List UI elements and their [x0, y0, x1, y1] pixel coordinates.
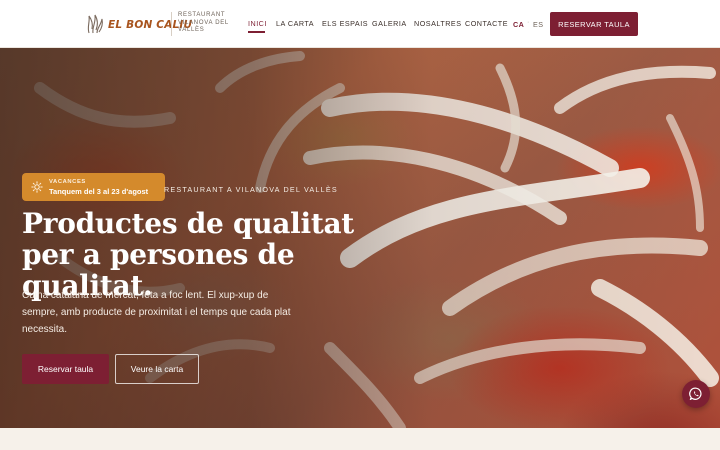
- next-section: [0, 428, 720, 450]
- reserve-table-button[interactable]: Reservar taula: [22, 354, 109, 384]
- hero-kicker: RESTAURANT A VILANOVA DEL VALLÈS: [164, 185, 338, 194]
- whatsapp-button[interactable]: [682, 380, 710, 408]
- header-reserve-button[interactable]: RESERVAR TAULA: [550, 12, 638, 36]
- logo-divider: [171, 12, 172, 36]
- brand-tagline: RESTAURANT VILANOVA DEL VALLÈS: [178, 12, 229, 34]
- logo[interactable]: EL BON CALIU: [85, 12, 192, 36]
- nav-item-nosaltres[interactable]: NOSALTRES: [414, 19, 462, 28]
- nav-item-galeria[interactable]: GALERIA: [372, 19, 407, 28]
- nav-item-la-carta[interactable]: LA CARTA: [276, 19, 314, 28]
- hero-lead-text: Cuina catalana de mercat, feta a foc len…: [22, 290, 291, 335]
- lang-separator: ·: [527, 19, 530, 26]
- view-menu-button[interactable]: Veure la carta: [115, 354, 199, 384]
- whatsapp-icon: [689, 387, 702, 400]
- active-nav-indicator: [248, 31, 265, 33]
- flame-logo-icon: [87, 14, 103, 34]
- lang-ca[interactable]: CA: [513, 20, 524, 29]
- badge-title: VACANCES: [49, 179, 86, 185]
- nav-item-inici[interactable]: INICI: [248, 19, 267, 28]
- badge-text: Tanquem del 3 al 23 d'agost: [49, 187, 149, 196]
- nav-item-contacte[interactable]: CONTACTE: [465, 19, 508, 28]
- vacation-badge: VACANCES Tanquem del 3 al 23 d'agost: [22, 173, 165, 201]
- sun-icon: [31, 181, 43, 193]
- site-header: EL BON CALIU RESTAURANT VILANOVA DEL VAL…: [0, 0, 720, 48]
- lang-es[interactable]: ES: [533, 20, 543, 29]
- hero-section: VACANCES Tanquem del 3 al 23 d'agost RES…: [0, 48, 720, 428]
- nav-item-els-espais[interactable]: ELS ESPAIS: [322, 19, 368, 28]
